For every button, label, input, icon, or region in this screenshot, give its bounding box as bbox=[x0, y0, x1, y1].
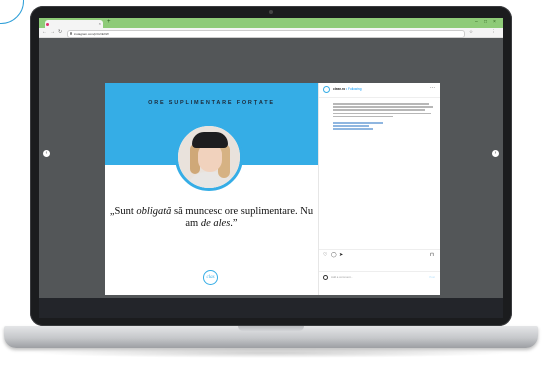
browser-toolbar: ← → ↻ instagram.com/p/C2rEXW ☆ ⋮ bbox=[39, 28, 503, 38]
post-title: ORE SUPLIMENTARE FORȚATE bbox=[148, 100, 275, 106]
browser-tab-bar: × + – □ × bbox=[39, 18, 503, 28]
page-viewport: ‹ › ORE SUPLIMENTARE FORȚATE „Sunt oblig… bbox=[39, 38, 503, 298]
comment-box: Add a comment... Post bbox=[319, 271, 440, 296]
post-image: ORE SUPLIMENTARE FORȚATE „Sunt obligată … bbox=[105, 83, 318, 295]
bookmark-star-icon[interactable]: ☆ bbox=[469, 29, 473, 35]
save-icon[interactable]: ⊓ bbox=[430, 252, 434, 258]
close-tab-icon[interactable]: × bbox=[99, 20, 101, 28]
account-handle[interactable]: clean.ro bbox=[333, 87, 345, 91]
post-modal: ORE SUPLIMENTARE FORȚATE „Sunt obligată … bbox=[105, 83, 440, 295]
post-quote: „Sunt obligată să muncesc ore suplimenta… bbox=[109, 206, 314, 229]
emoji-icon[interactable] bbox=[323, 275, 328, 280]
post-header: clean.ro • Following ··· bbox=[319, 83, 440, 98]
laptop-screen: × + – □ × ← → ↻ instagram.com/p/C2rEXW ☆… bbox=[39, 18, 503, 318]
browser-tab[interactable]: × bbox=[45, 20, 103, 28]
portrait-photo bbox=[175, 123, 243, 191]
laptop-shadow bbox=[30, 348, 512, 358]
laptop-notch bbox=[238, 326, 304, 331]
instagram-favicon-icon bbox=[46, 22, 49, 26]
post-comment-button[interactable]: Post bbox=[429, 275, 435, 279]
following-label[interactable]: • Following bbox=[346, 87, 361, 91]
minimize-button[interactable]: – bbox=[475, 19, 478, 25]
laptop-base bbox=[4, 326, 538, 348]
comment-icon[interactable]: ◯ bbox=[331, 252, 337, 258]
laptop-lid: × + – □ × ← → ↻ instagram.com/p/C2rEXW ☆… bbox=[30, 6, 512, 326]
forward-button[interactable]: → bbox=[50, 29, 55, 35]
menu-icon[interactable]: ⋮ bbox=[491, 29, 496, 35]
avatar[interactable] bbox=[323, 86, 330, 93]
brand-logo: clas bbox=[203, 270, 218, 285]
reload-button[interactable]: ↻ bbox=[58, 29, 62, 35]
previous-post-button[interactable]: ‹ bbox=[43, 150, 50, 157]
caption-text-block bbox=[333, 103, 433, 132]
close-window-button[interactable]: × bbox=[493, 19, 496, 25]
comment-input[interactable]: Add a comment... bbox=[331, 275, 353, 279]
os-taskbar bbox=[39, 298, 503, 318]
post-sidebar: clean.ro • Following ··· ♡ ◯ ➤ ⊓ Add a c… bbox=[318, 83, 440, 295]
like-icon[interactable]: ♡ bbox=[323, 252, 327, 258]
lock-icon bbox=[69, 32, 72, 35]
new-tab-button[interactable]: + bbox=[107, 19, 111, 25]
camera-icon bbox=[269, 10, 273, 14]
post-actions: ♡ ◯ ➤ ⊓ bbox=[319, 249, 440, 260]
next-post-button[interactable]: › bbox=[492, 150, 499, 157]
share-icon[interactable]: ➤ bbox=[339, 252, 343, 258]
back-button[interactable]: ← bbox=[42, 29, 47, 35]
maximize-button[interactable]: □ bbox=[484, 19, 487, 25]
address-bar[interactable]: instagram.com/p/C2rEXW bbox=[67, 29, 465, 38]
more-options-icon[interactable]: ··· bbox=[430, 85, 435, 91]
decorative-arc bbox=[0, 0, 24, 24]
address-url: instagram.com/p/C2rEXW bbox=[74, 31, 109, 36]
